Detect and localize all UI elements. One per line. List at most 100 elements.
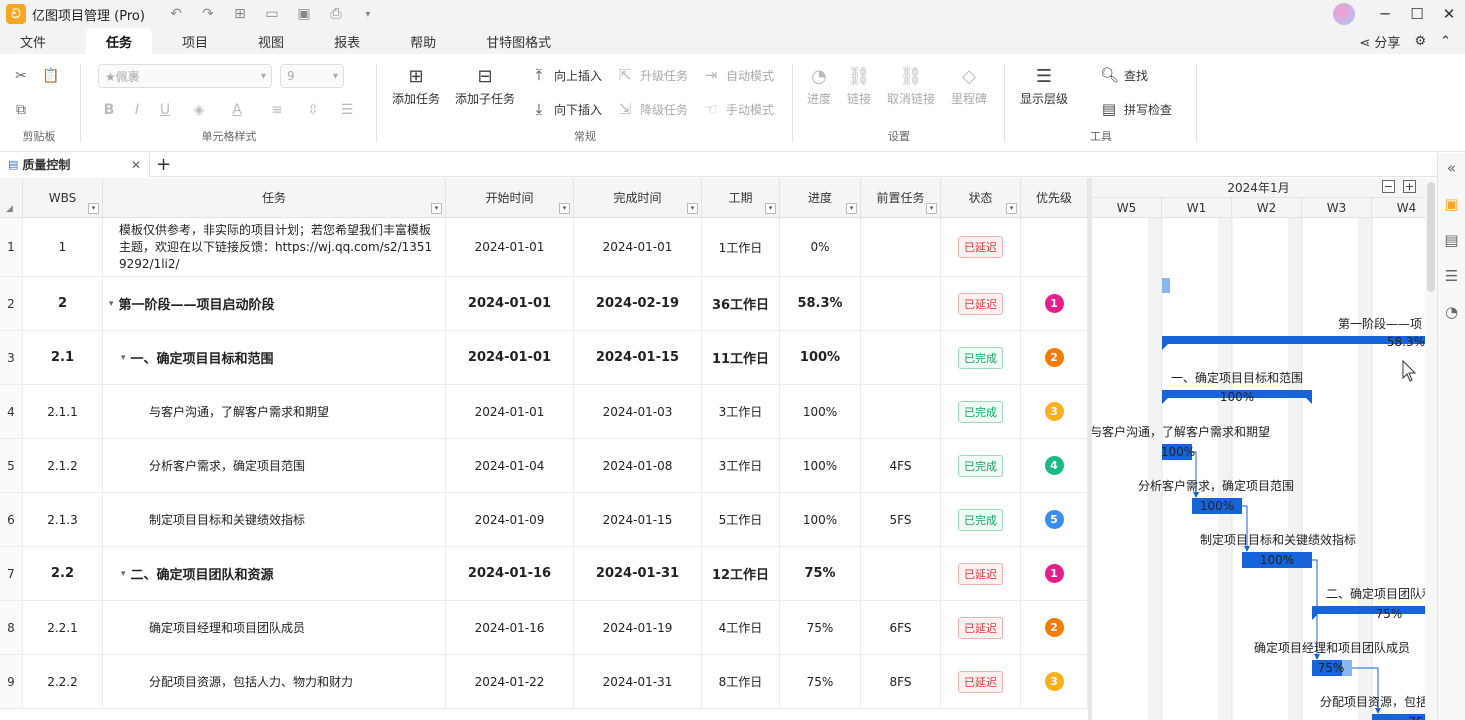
cell-end[interactable]: 2024-01-15 bbox=[574, 493, 702, 547]
cell-dur[interactable]: 36工作日 bbox=[702, 277, 780, 331]
col-start-header[interactable]: 开始时间 ▾ bbox=[446, 178, 574, 218]
vertical-scrollbar[interactable] bbox=[1425, 178, 1437, 720]
italic-icon[interactable]: I bbox=[126, 102, 148, 118]
fill-color-icon[interactable]: ◈ bbox=[188, 102, 210, 118]
add-task-button[interactable]: ⊞ 添加任务 bbox=[388, 64, 444, 107]
cell-start[interactable]: 2024-01-04 bbox=[446, 439, 574, 493]
column-filter-icon[interactable]: ▾ bbox=[1006, 203, 1017, 214]
cell-task[interactable]: 模板仅供参考，非实际的项目计划；若您希望我们丰富模板主题，欢迎在以下链接反馈：h… bbox=[103, 218, 446, 277]
column-filter-icon[interactable]: ▾ bbox=[88, 203, 99, 214]
row-number[interactable]: 1 bbox=[0, 218, 23, 277]
cell-task[interactable]: 制定项目目标和关键绩效指标 bbox=[103, 493, 446, 547]
cell-status[interactable]: 已完成 bbox=[941, 493, 1021, 547]
zoom-out-icon[interactable]: − bbox=[1382, 180, 1395, 193]
progress-button[interactable]: ◔ 进度 bbox=[802, 64, 836, 107]
cell-wbs[interactable]: 1 bbox=[23, 218, 103, 277]
cell-prio[interactable]: 3 bbox=[1021, 385, 1088, 439]
copy-icon[interactable]: ⧉ bbox=[10, 102, 32, 118]
cell-wbs[interactable]: 2.1 bbox=[23, 331, 103, 385]
milestone-button[interactable]: ◇ 里程碑 bbox=[946, 64, 992, 107]
collapse-sidebar-icon[interactable]: « bbox=[1438, 159, 1465, 177]
row-number[interactable]: 7 bbox=[0, 547, 23, 601]
filter-icon[interactable]: ☰ bbox=[1438, 267, 1465, 285]
cell-status[interactable]: 已完成 bbox=[941, 331, 1021, 385]
task-info-icon[interactable]: ▣ bbox=[1438, 195, 1465, 213]
cell-prog[interactable]: 75% bbox=[780, 655, 861, 709]
cell-start[interactable]: 2024-01-01 bbox=[446, 277, 574, 331]
column-filter-icon[interactable]: ▾ bbox=[765, 203, 776, 214]
cell-dur[interactable]: 3工作日 bbox=[702, 439, 780, 493]
vertical-align-icon[interactable]: ⇳ bbox=[302, 102, 324, 118]
col-status-header[interactable]: 状态 ▾ bbox=[941, 178, 1021, 218]
column-filter-icon[interactable]: ▾ bbox=[431, 203, 442, 214]
row-number[interactable]: 9 bbox=[0, 655, 23, 709]
cell-status[interactable]: 已延迟 bbox=[941, 277, 1021, 331]
cell-pre[interactable] bbox=[861, 218, 941, 277]
manual-mode-button[interactable]: ☜ 手动模式 bbox=[702, 100, 774, 118]
cell-end[interactable]: 2024-02-19 bbox=[574, 277, 702, 331]
row-number[interactable]: 3 bbox=[0, 331, 23, 385]
cell-status[interactable]: 已延迟 bbox=[941, 547, 1021, 601]
cell-task[interactable]: ▾ 一、确定项目目标和范围 bbox=[103, 331, 446, 385]
cell-prog[interactable]: 100% bbox=[780, 331, 861, 385]
cell-start[interactable]: 2024-01-16 bbox=[446, 547, 574, 601]
cell-pre[interactable]: 4FS bbox=[861, 439, 941, 493]
insert-below-button[interactable]: ⤓ 向下插入 bbox=[530, 100, 602, 118]
cell-prog[interactable]: 58.3% bbox=[780, 277, 861, 331]
scrollbar-thumb[interactable] bbox=[1427, 182, 1435, 292]
save-icon[interactable]: ▣ bbox=[295, 6, 313, 22]
cell-end[interactable]: 2024-01-01 bbox=[574, 218, 702, 277]
cell-prio[interactable]: 3 bbox=[1021, 655, 1088, 709]
cell-prio[interactable]: 2 bbox=[1021, 331, 1088, 385]
close-window-icon[interactable]: ✕ bbox=[1433, 5, 1465, 23]
cell-pre[interactable]: 6FS bbox=[861, 601, 941, 655]
cell-prio[interactable]: 5 bbox=[1021, 493, 1088, 547]
cell-prog[interactable]: 100% bbox=[780, 385, 861, 439]
column-filter-icon[interactable]: ▾ bbox=[926, 203, 937, 214]
cell-wbs[interactable]: 2.2.2 bbox=[23, 655, 103, 709]
cell-prio[interactable]: 4 bbox=[1021, 439, 1088, 493]
cell-wbs[interactable]: 2.1.3 bbox=[23, 493, 103, 547]
tab-gantt-format[interactable]: 甘特图格式 bbox=[466, 28, 571, 54]
collapse-toggle-icon[interactable]: ▾ bbox=[121, 353, 126, 363]
cell-start[interactable]: 2024-01-01 bbox=[446, 385, 574, 439]
cell-wbs[interactable]: 2.1.1 bbox=[23, 385, 103, 439]
cell-prog[interactable]: 0% bbox=[780, 218, 861, 277]
cell-prio[interactable] bbox=[1021, 218, 1088, 277]
font-family-select[interactable]: ★佩裹 bbox=[98, 64, 272, 88]
new-file-icon[interactable]: ⊞ bbox=[231, 6, 249, 22]
insert-above-button[interactable]: ⤒ 向上插入 bbox=[530, 66, 602, 84]
paste-icon[interactable]: 📋 bbox=[40, 68, 62, 84]
cell-status[interactable]: 已延迟 bbox=[941, 655, 1021, 709]
font-size-select[interactable]: 9 bbox=[280, 64, 344, 88]
close-tab-icon[interactable]: ✕ bbox=[131, 158, 141, 172]
cell-task[interactable]: ▾ 二、确定项目团队和资源 bbox=[103, 547, 446, 601]
row-number[interactable]: 4 bbox=[0, 385, 23, 439]
add-tab-icon[interactable]: + bbox=[156, 154, 171, 175]
row-number[interactable]: 6 bbox=[0, 493, 23, 547]
tab-task[interactable]: 任务 bbox=[86, 28, 153, 54]
demote-task-button[interactable]: ⇲ 降级任务 bbox=[616, 100, 688, 118]
row-number[interactable]: 5 bbox=[0, 439, 23, 493]
cell-prog[interactable]: 100% bbox=[780, 493, 861, 547]
tab-file[interactable]: 文件 bbox=[0, 28, 66, 54]
cell-dur[interactable]: 8工作日 bbox=[702, 655, 780, 709]
align-icon[interactable]: ≡ bbox=[266, 102, 288, 118]
cell-status[interactable]: 已完成 bbox=[941, 385, 1021, 439]
cell-dur[interactable]: 5工作日 bbox=[702, 493, 780, 547]
cell-pre[interactable]: 5FS bbox=[861, 493, 941, 547]
cell-end[interactable]: 2024-01-08 bbox=[574, 439, 702, 493]
cell-prog[interactable]: 100% bbox=[780, 439, 861, 493]
col-predecessor-header[interactable]: 前置任务 ▾ bbox=[861, 178, 941, 218]
cell-task[interactable]: 分配项目资源，包括人力、物力和财力 bbox=[103, 655, 446, 709]
find-button[interactable]: 🔍︎ 查找 bbox=[1100, 66, 1148, 84]
tab-project[interactable]: 项目 bbox=[162, 28, 228, 54]
col-end-header[interactable]: 完成时间 ▾ bbox=[574, 178, 702, 218]
cell-end[interactable]: 2024-01-03 bbox=[574, 385, 702, 439]
cell-task[interactable]: 与客户沟通，了解客户需求和期望 bbox=[103, 385, 446, 439]
cell-start[interactable]: 2024-01-01 bbox=[446, 218, 574, 277]
tab-help[interactable]: 帮助 bbox=[390, 28, 456, 54]
unlink-button[interactable]: ⛓ 取消链接 bbox=[882, 64, 940, 107]
cell-status[interactable]: 已完成 bbox=[941, 439, 1021, 493]
link-button[interactable]: ⛓ 链接 bbox=[842, 64, 876, 107]
